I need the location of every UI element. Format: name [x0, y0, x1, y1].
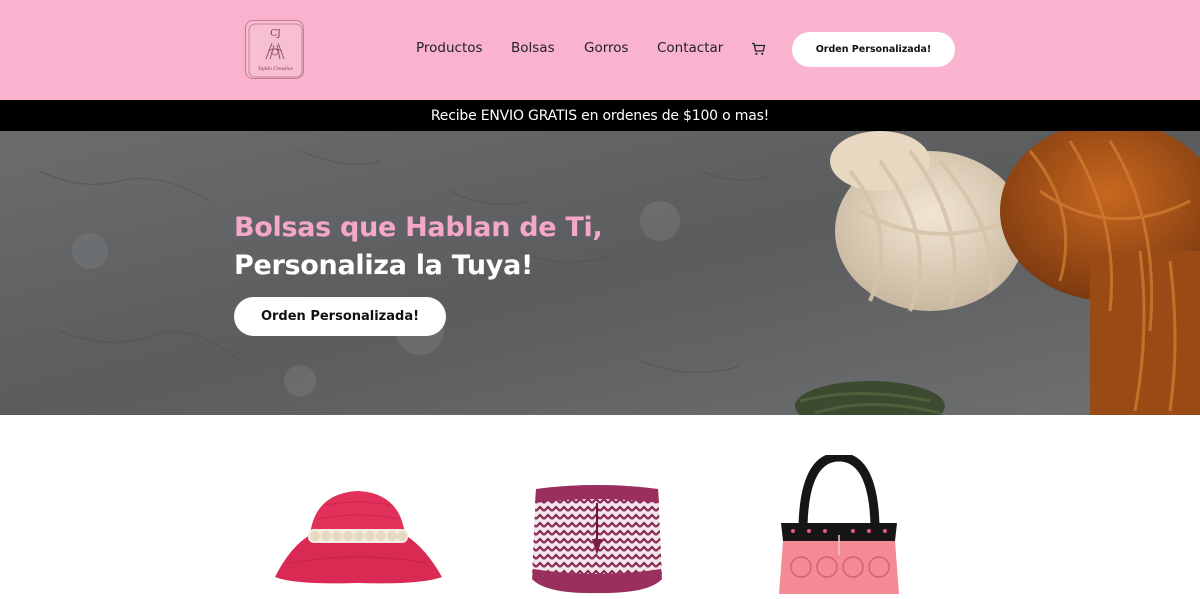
product-image-striped-bag: [532, 485, 662, 594]
product-grid: [0, 415, 1200, 594]
hero-section: Bolsas que Hablan de Ti, Personaliza la …: [0, 131, 1200, 415]
logo-tagline: Tejido Creativo: [258, 66, 294, 72]
hero-background-image: [0, 131, 1200, 415]
logo-initials: CJ: [270, 29, 281, 39]
nav-contactar[interactable]: Contactar: [657, 40, 723, 58]
product-image-tote-bag: [779, 452, 899, 594]
product-card-tote-bag[interactable]: [775, 452, 903, 594]
cart-icon[interactable]: [751, 42, 766, 56]
hero-headline-line2: Personaliza la Tuya!: [234, 250, 534, 281]
nav-productos[interactable]: Productos: [416, 40, 483, 58]
promo-banner: Recibe ENVIO GRATIS en ordenes de $100 o…: [0, 100, 1200, 131]
site-header: CJ Tejido Creativo Productos Bolsas Gorr…: [0, 0, 1200, 100]
product-card-bucket-hat[interactable]: [270, 485, 445, 590]
nav-bolsas[interactable]: Bolsas: [511, 40, 555, 58]
product-image-bucket-hat: [275, 491, 442, 584]
brand-logo[interactable]: CJ Tejido Creativo: [245, 20, 304, 79]
product-card-striped-bag[interactable]: [528, 481, 666, 594]
custom-order-button[interactable]: Orden Personalizada!: [792, 32, 955, 67]
hero-headline-line1: Bolsas que Hablan de Ti,: [234, 212, 603, 243]
promo-text: Recibe ENVIO GRATIS en ordenes de $100 o…: [430, 107, 770, 124]
nav-gorros[interactable]: Gorros: [584, 40, 629, 58]
hero-custom-order-button[interactable]: Orden Personalizada!: [234, 297, 446, 336]
